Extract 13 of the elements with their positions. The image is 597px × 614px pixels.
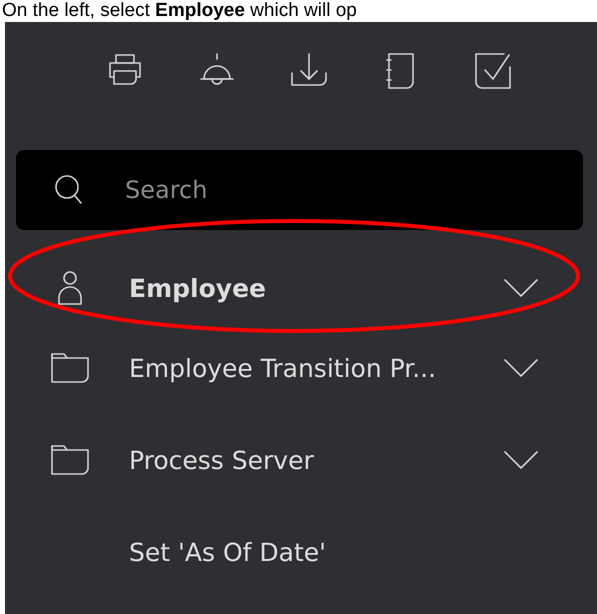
chevron-icon[interactable] (503, 358, 539, 378)
search-icon (54, 174, 84, 206)
checkbox-icon[interactable] (474, 51, 512, 89)
folder-icon (50, 444, 90, 476)
menu-item[interactable]: Set 'As Of Date' (5, 506, 597, 598)
search-field[interactable]: Search (16, 150, 583, 230)
person-icon (57, 270, 83, 306)
download-icon[interactable] (290, 51, 328, 89)
chevron-icon[interactable] (503, 450, 539, 470)
instruction-text: On the left, select Employee which will op (1, 0, 358, 22)
chevron-icon[interactable] (503, 278, 539, 298)
menu-item[interactable]: Process Server (5, 414, 597, 506)
folder-icon (50, 352, 90, 384)
